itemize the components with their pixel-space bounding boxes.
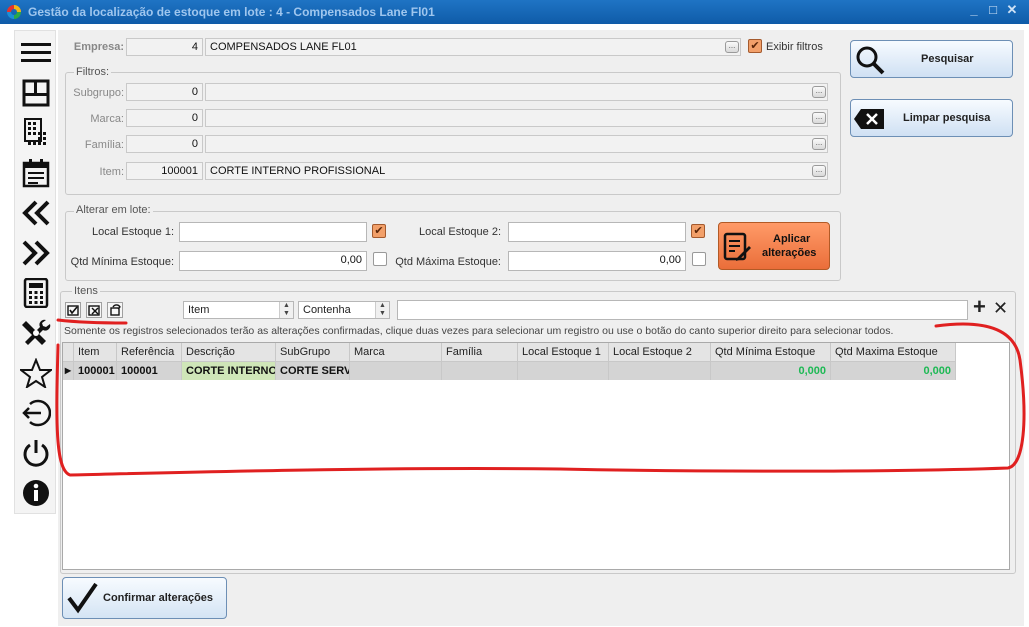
- red-annotation-marks: [55, 318, 1026, 477]
